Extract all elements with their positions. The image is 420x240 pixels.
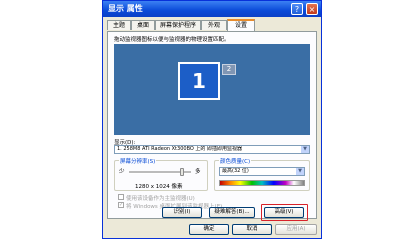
primary-monitor-label: 使用该设备作为主监视器(U) xyxy=(126,196,195,202)
display-properties-window: 显示 属性 ? × 主题 桌面 屏幕保护程序 外观 设置 拖动监视器图标以便与监… xyxy=(102,0,322,239)
close-icon[interactable]: × xyxy=(306,3,318,15)
title-bar[interactable]: 显示 属性 ? × xyxy=(103,1,321,17)
window-title: 显示 属性 xyxy=(108,4,143,13)
monitor-2-icon[interactable]: 2 xyxy=(222,64,236,75)
chevron-down-icon[interactable]: ▼ xyxy=(301,146,309,153)
troubleshoot-button[interactable]: 疑难解答(B)... xyxy=(209,207,255,218)
settings-panel: 拖动监视器图标以便与监视器的物理设置匹配。 1 2 显示(D): 1. 258M… xyxy=(107,31,317,221)
resolution-value: 1280 x 1024 像素 xyxy=(135,184,183,190)
monitor-1-icon[interactable]: 1 xyxy=(178,62,220,100)
apply-button[interactable]: 应用(A) xyxy=(275,224,317,235)
tab-themes[interactable]: 主题 xyxy=(107,20,131,30)
ok-button[interactable]: 确定 xyxy=(189,224,229,235)
primary-monitor-checkbox[interactable] xyxy=(118,194,124,200)
monitor-drag-hint: 拖动监视器图标以便与监视器的物理设置匹配。 xyxy=(114,37,230,43)
color-quality-group: 颜色质量(C) 最高(32 位) ▼ xyxy=(214,157,310,191)
color-spectrum-bar xyxy=(219,180,305,186)
help-icon[interactable]: ? xyxy=(291,3,303,15)
identify-button[interactable]: 识别(I) xyxy=(162,207,202,218)
resolution-less-label: 少 xyxy=(119,169,125,175)
resolution-group-label: 屏幕分辨率(S) xyxy=(119,157,157,165)
chevron-down-icon[interactable]: ▼ xyxy=(296,168,304,175)
tab-screensaver[interactable]: 屏幕保护程序 xyxy=(155,20,201,30)
display-select-value: 1. 258M8 ATI Radeon Xt300BO 上的 即插即用监视器 xyxy=(117,146,243,152)
monitor-arrangement: 1 2 xyxy=(114,44,310,135)
color-quality-select[interactable]: 最高(32 位) ▼ xyxy=(219,167,305,176)
resolution-slider-thumb[interactable] xyxy=(179,168,184,176)
advanced-button-highlight xyxy=(261,204,308,221)
display-select[interactable]: 1. 258M8 ATI Radeon Xt300BO 上的 即插即用监视器 ▼ xyxy=(114,145,310,154)
color-quality-group-label: 颜色质量(C) xyxy=(219,157,252,165)
cancel-button[interactable]: 取消 xyxy=(232,224,272,235)
tab-settings[interactable]: 设置 xyxy=(227,19,255,31)
resolution-group: 屏幕分辨率(S) 少 多 1280 x 1024 像素 xyxy=(114,157,208,191)
resolution-more-label: 多 xyxy=(195,169,201,175)
tab-appearance[interactable]: 外观 xyxy=(201,20,227,30)
tab-desktop[interactable]: 桌面 xyxy=(131,20,155,30)
extend-desktop-checkbox[interactable]: ✓ xyxy=(118,202,124,208)
color-quality-value: 最高(32 位) xyxy=(222,168,249,174)
